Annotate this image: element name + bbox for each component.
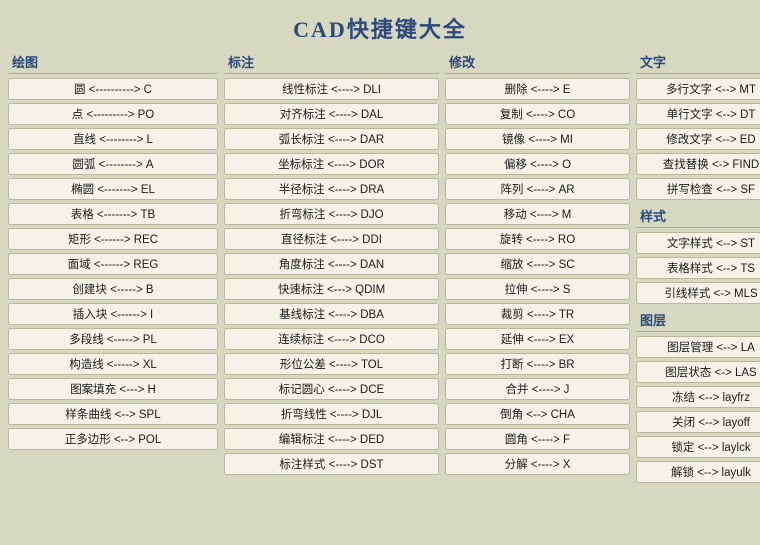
dimension-item-11[interactable]: 形位公差 <----> TOL <box>224 353 439 375</box>
dimension-item-7[interactable]: 角度标注 <----> DAN <box>224 253 439 275</box>
modify-item-5[interactable]: 移动 <----> M <box>445 203 630 225</box>
dimension-item-10[interactable]: 连续标注 <----> DCO <box>224 328 439 350</box>
layer-item-2[interactable]: 冻结 <--> layfrz <box>636 386 760 408</box>
modify-item-12[interactable]: 合并 <----> J <box>445 378 630 400</box>
drawing-item-1[interactable]: 点 <---------> PO <box>8 103 218 125</box>
dimension-item-13[interactable]: 折弯线性 <----> DJL <box>224 403 439 425</box>
drawing-item-0[interactable]: 圆 <----------> C <box>8 78 218 100</box>
drawing-item-14[interactable]: 正多边形 <--> POL <box>8 428 218 450</box>
section-right: 文字 多行文字 <--> MT 单行文字 <--> DT 修改文字 <--> ED 查… <box>636 52 760 486</box>
dimension-item-6[interactable]: 直径标注 <----> DDI <box>224 228 439 250</box>
layer-item-0[interactable]: 图层管理 <--> LA <box>636 336 760 358</box>
modify-items: 删除 <----> E 复制 <----> CO 镜像 <----> MI 偏移 <-… <box>445 78 630 475</box>
modify-item-1[interactable]: 复制 <----> CO <box>445 103 630 125</box>
section-modify-title: 修改 <box>445 52 630 74</box>
text-items: 多行文字 <--> MT 单行文字 <--> DT 修改文字 <--> ED 查找替换… <box>636 78 760 200</box>
text-item-4[interactable]: 拼写检查 <--> SF <box>636 178 760 200</box>
text-item-3[interactable]: 查找替换 <-> FIND <box>636 153 760 175</box>
modify-item-14[interactable]: 圆角 <----> F <box>445 428 630 450</box>
section-style-title: 样式 <box>636 206 760 228</box>
layer-item-4[interactable]: 锁定 <--> laylck <box>636 436 760 458</box>
modify-item-0[interactable]: 删除 <----> E <box>445 78 630 100</box>
section-dimension-title: 标注 <box>224 52 439 74</box>
layer-items: 图层管理 <--> LA 图层状态 <-> LAS 冻结 <--> layfrz 关闭… <box>636 336 760 483</box>
text-item-0[interactable]: 多行文字 <--> MT <box>636 78 760 100</box>
text-item-2[interactable]: 修改文字 <--> ED <box>636 128 760 150</box>
dimension-item-3[interactable]: 坐标标注 <----> DOR <box>224 153 439 175</box>
dimension-item-12[interactable]: 标记圆心 <----> DCE <box>224 378 439 400</box>
drawing-item-12[interactable]: 图案填充 <---> H <box>8 378 218 400</box>
drawing-item-13[interactable]: 样条曲线 <--> SPL <box>8 403 218 425</box>
dimension-item-8[interactable]: 快速标注 <---> QDIM <box>224 278 439 300</box>
drawing-item-6[interactable]: 矩形 <------> REC <box>8 228 218 250</box>
drawing-item-2[interactable]: 直线 <--------> L <box>8 128 218 150</box>
section-text-title: 文字 <box>636 52 760 74</box>
modify-item-2[interactable]: 镜像 <----> MI <box>445 128 630 150</box>
modify-item-8[interactable]: 拉伸 <----> S <box>445 278 630 300</box>
section-modify: 修改 删除 <----> E 复制 <----> CO 镜像 <----> MI 偏移… <box>445 52 630 486</box>
dimension-item-5[interactable]: 折弯标注 <----> DJO <box>224 203 439 225</box>
modify-item-10[interactable]: 延伸 <----> EX <box>445 328 630 350</box>
section-drawing-title: 绘图 <box>8 52 218 74</box>
style-item-2[interactable]: 引线样式 <-> MLS <box>636 282 760 304</box>
dimension-items: 线性标注 <----> DLI 对齐标注 <----> DAL 弧长标注 <----… <box>224 78 439 475</box>
modify-item-6[interactable]: 旋转 <----> RO <box>445 228 630 250</box>
drawing-items: 圆 <----------> C 点 <---------> PO 直线 <----… <box>8 78 218 450</box>
main-grid: 绘图 圆 <----------> C 点 <---------> PO 直线 <-… <box>0 52 760 494</box>
drawing-item-5[interactable]: 表格 <-------> TB <box>8 203 218 225</box>
dimension-item-0[interactable]: 线性标注 <----> DLI <box>224 78 439 100</box>
modify-item-15[interactable]: 分解 <----> X <box>445 453 630 475</box>
style-items: 文字样式 <--> ST 表格样式 <--> TS 引线样式 <-> MLS <box>636 232 760 304</box>
modify-item-3[interactable]: 偏移 <----> O <box>445 153 630 175</box>
layer-item-1[interactable]: 图层状态 <-> LAS <box>636 361 760 383</box>
drawing-item-11[interactable]: 构造线 <-----> XL <box>8 353 218 375</box>
dimension-item-1[interactable]: 对齐标注 <----> DAL <box>224 103 439 125</box>
style-item-1[interactable]: 表格样式 <--> TS <box>636 257 760 279</box>
modify-item-7[interactable]: 缩放 <----> SC <box>445 253 630 275</box>
modify-item-4[interactable]: 阵列 <----> AR <box>445 178 630 200</box>
dimension-item-14[interactable]: 编辑标注 <----> DED <box>224 428 439 450</box>
drawing-item-8[interactable]: 创建块 <-----> B <box>8 278 218 300</box>
modify-item-11[interactable]: 打断 <----> BR <box>445 353 630 375</box>
drawing-item-9[interactable]: 插入块 <------> I <box>8 303 218 325</box>
dimension-item-9[interactable]: 基线标注 <----> DBA <box>224 303 439 325</box>
dimension-item-15[interactable]: 标注样式 <----> DST <box>224 453 439 475</box>
section-dimension: 标注 线性标注 <----> DLI 对齐标注 <----> DAL 弧长标注 <-… <box>224 52 439 486</box>
section-drawing: 绘图 圆 <----------> C 点 <---------> PO 直线 <-… <box>8 52 218 486</box>
dimension-item-4[interactable]: 半径标注 <----> DRA <box>224 178 439 200</box>
text-item-1[interactable]: 单行文字 <--> DT <box>636 103 760 125</box>
drawing-item-4[interactable]: 椭圆 <-------> EL <box>8 178 218 200</box>
modify-item-13[interactable]: 倒角 <--> CHA <box>445 403 630 425</box>
drawing-item-7[interactable]: 面域 <------> REG <box>8 253 218 275</box>
section-layer-title: 图层 <box>636 310 760 332</box>
style-item-0[interactable]: 文字样式 <--> ST <box>636 232 760 254</box>
layer-item-3[interactable]: 关闭 <--> layoff <box>636 411 760 433</box>
page-title: CAD快捷键大全 <box>0 0 760 52</box>
dimension-item-2[interactable]: 弧长标注 <----> DAR <box>224 128 439 150</box>
drawing-item-10[interactable]: 多段线 <-----> PL <box>8 328 218 350</box>
layer-item-5[interactable]: 解锁 <--> layulk <box>636 461 760 483</box>
modify-item-9[interactable]: 裁剪 <----> TR <box>445 303 630 325</box>
drawing-item-3[interactable]: 圆弧 <--------> A <box>8 153 218 175</box>
